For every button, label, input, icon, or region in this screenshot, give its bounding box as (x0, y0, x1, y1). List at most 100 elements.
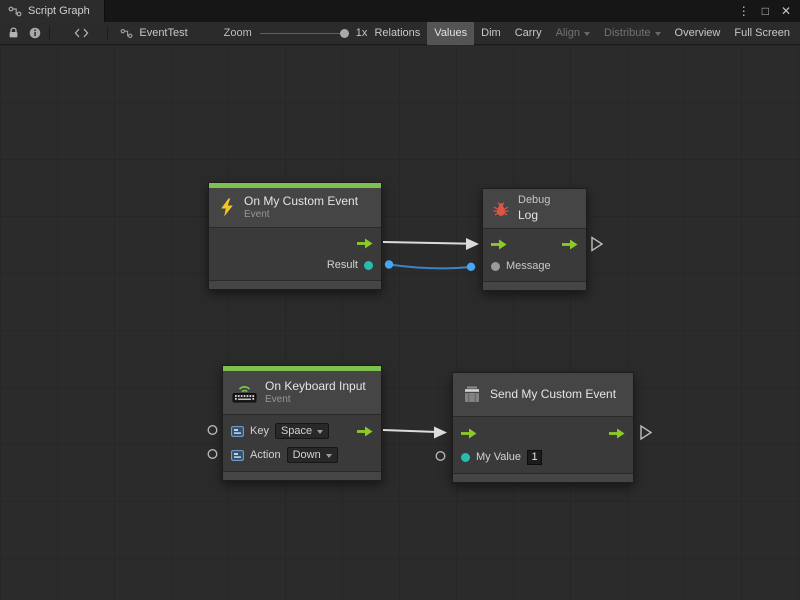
port-label-message: Message (506, 260, 551, 272)
value-input-port[interactable] (461, 453, 470, 462)
titlebar: Script Graph ⋮ □ ✕ (0, 0, 800, 22)
toolbar: EventTest Zoom 1x Relations Values Dim C… (0, 22, 800, 45)
node-footer (453, 473, 633, 482)
lock-button[interactable] (3, 22, 25, 45)
chevron-down-icon (655, 32, 661, 36)
connection-arrowhead-icon (434, 427, 447, 439)
flow-output-port-icon[interactable] (609, 428, 625, 439)
relations-label: Relations (374, 27, 420, 39)
window-menu-icon[interactable]: ⋮ (738, 5, 750, 17)
my-value-port-row: My Value 1 (453, 445, 633, 469)
node-subtitle: Event (244, 209, 358, 221)
node-footer (223, 471, 381, 480)
port-label-my-value: My Value (476, 451, 521, 463)
tab-script-graph[interactable]: Script Graph (0, 0, 105, 22)
overview-label: Overview (675, 27, 721, 39)
connections-overlay (0, 45, 800, 600)
value-output-port[interactable] (364, 261, 373, 270)
node-footer (209, 280, 381, 289)
close-icon[interactable]: ✕ (781, 5, 791, 17)
flow-output-port-icon[interactable] (357, 238, 373, 249)
unconnected-flow-port-icon[interactable] (592, 238, 602, 251)
graph-name: EventTest (139, 27, 187, 39)
key-port-row: Key Space (223, 419, 381, 443)
connection-flow-custom-event-to-log[interactable] (383, 242, 466, 244)
node-pretitle: Debug (518, 194, 550, 207)
node-title: On My Custom Event (244, 194, 358, 209)
fullscreen-label: Full Screen (734, 27, 790, 39)
flow-input-port-icon[interactable] (491, 239, 507, 250)
unconnected-value-port-icon[interactable] (436, 452, 445, 461)
node-body: My Value 1 (453, 417, 633, 473)
node-title: Log (518, 208, 550, 223)
values-button[interactable]: Values (427, 22, 474, 45)
port-label-result: Result (327, 259, 358, 271)
connection-arrowhead-icon (466, 238, 479, 250)
node-title: On Keyboard Input (265, 379, 366, 394)
dim-label: Dim (481, 27, 501, 39)
unconnected-value-port-icon[interactable] (208, 426, 217, 435)
relations-button[interactable]: Relations (367, 22, 427, 45)
node-body: Key Space Action (223, 415, 381, 471)
custom-event-icon (462, 385, 482, 405)
node-header[interactable]: Send My Custom Event (453, 373, 633, 417)
script-graph-icon (120, 28, 133, 39)
node-body: Message (483, 229, 586, 281)
port-label-action: Action (250, 449, 281, 461)
maximize-icon[interactable]: □ (762, 5, 769, 17)
flow-output-port-icon[interactable] (357, 426, 373, 437)
zoom-slider-track (260, 33, 348, 35)
distribute-label: Distribute (604, 27, 650, 39)
connection-value-result-to-message[interactable] (389, 265, 471, 269)
code-view-button[interactable] (71, 22, 93, 45)
node-body: Result (209, 228, 381, 280)
keyboard-signal-icon (232, 382, 257, 403)
info-icon (29, 27, 41, 39)
zoom-slider[interactable] (260, 28, 348, 39)
chevron-down-icon (326, 454, 332, 458)
fullscreen-button[interactable]: Full Screen (727, 22, 797, 45)
toolbar-separator (49, 26, 50, 40)
inspect-button[interactable] (25, 22, 47, 45)
enum-type-icon (231, 450, 244, 461)
key-dropdown[interactable]: Space (275, 423, 329, 439)
zoom-slider-knob[interactable] (340, 29, 349, 38)
zoom-label: Zoom (224, 27, 252, 39)
node-on-my-custom-event[interactable]: On My Custom Event Event Result (208, 182, 382, 290)
connection-flow-keyboard-to-send[interactable] (383, 430, 434, 432)
toolbar-buttons: Relations Values Dim Carry Align Distrib… (367, 22, 797, 45)
graph-canvas[interactable]: On My Custom Event Event Result (0, 45, 800, 600)
node-header[interactable]: Debug Log (483, 189, 586, 229)
node-footer (483, 281, 586, 290)
node-header[interactable]: On My Custom Event Event (209, 188, 381, 228)
action-dropdown-value: Down (293, 448, 321, 463)
unconnected-value-port-icon[interactable] (208, 450, 217, 459)
node-header[interactable]: On Keyboard Input Event (223, 371, 381, 415)
action-dropdown[interactable]: Down (287, 447, 338, 463)
dim-button[interactable]: Dim (474, 22, 508, 45)
align-button[interactable]: Align (549, 22, 597, 45)
my-value-input[interactable]: 1 (527, 450, 542, 465)
carry-button[interactable]: Carry (508, 22, 549, 45)
overview-button[interactable]: Overview (668, 22, 728, 45)
result-port-row: Result (209, 254, 381, 276)
distribute-button[interactable]: Distribute (597, 22, 667, 45)
unconnected-flow-port-icon[interactable] (641, 426, 651, 439)
value-input-port[interactable] (491, 262, 500, 271)
align-label: Align (556, 27, 580, 39)
chevron-down-icon (317, 430, 323, 434)
node-on-keyboard-input[interactable]: On Keyboard Input Event Key Space (222, 365, 382, 481)
lightning-icon (218, 198, 236, 217)
flow-output-row (209, 232, 381, 254)
code-icon (74, 28, 89, 38)
graph-breadcrumb[interactable]: EventTest (110, 27, 197, 39)
flow-row (453, 421, 633, 445)
lock-icon (8, 27, 19, 39)
flow-output-port-icon[interactable] (562, 239, 578, 250)
node-send-my-custom-event[interactable]: Send My Custom Event My Value 1 (452, 372, 634, 483)
bug-icon (492, 200, 510, 218)
carry-label: Carry (515, 27, 542, 39)
flow-input-port-icon[interactable] (461, 428, 477, 439)
message-port-row: Message (483, 255, 586, 277)
node-debug-log[interactable]: Debug Log Message (482, 188, 587, 291)
